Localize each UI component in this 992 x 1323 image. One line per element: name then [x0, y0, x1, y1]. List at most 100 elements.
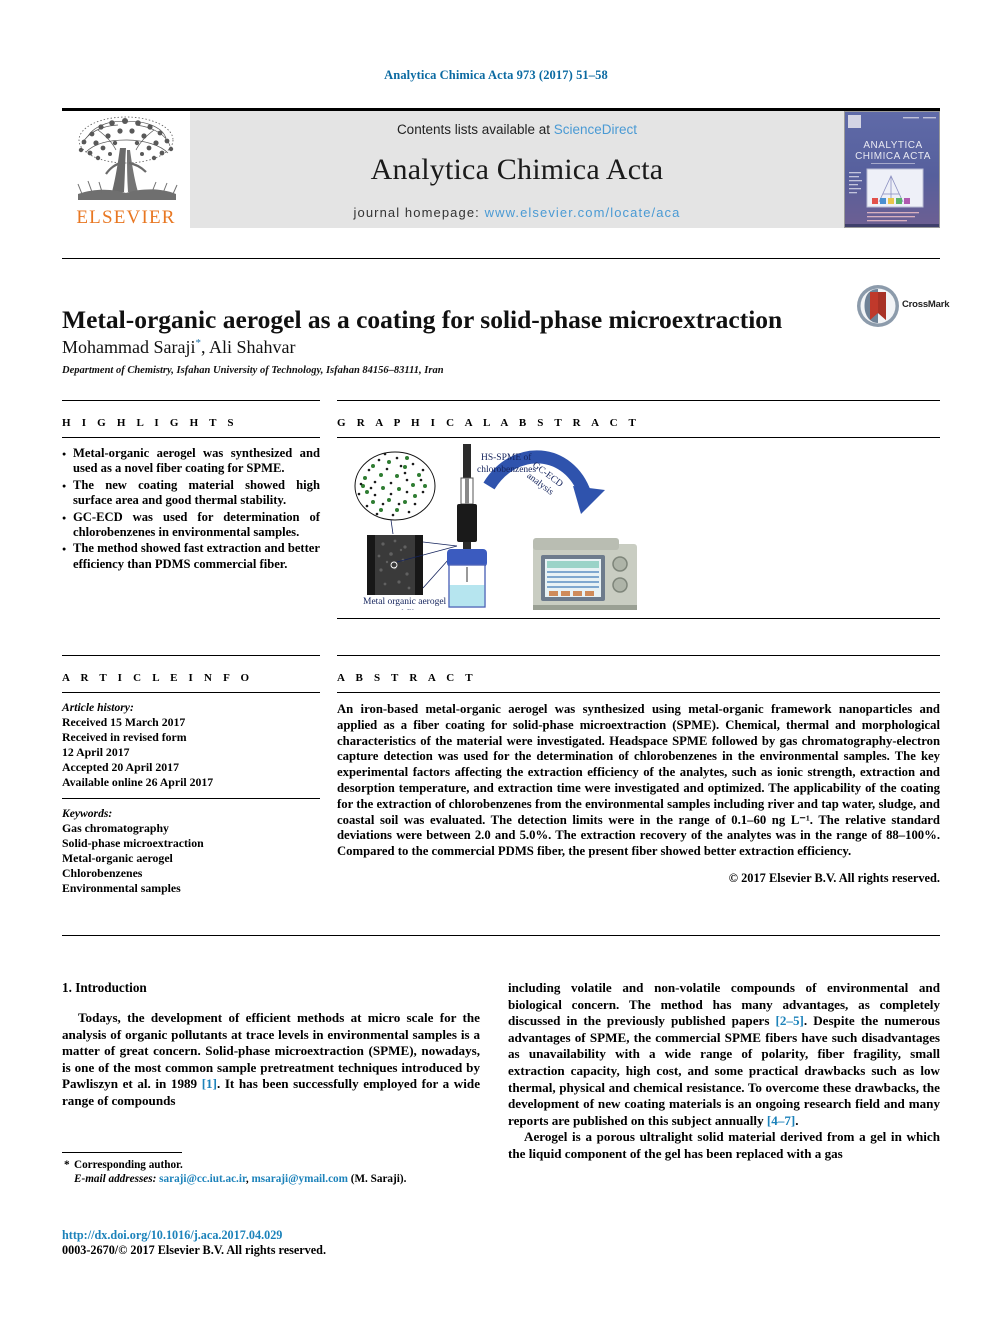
- label-hs-spme-line1: HS-SPME of: [481, 452, 532, 463]
- graphical-abstract-top-rule: [337, 400, 940, 401]
- paragraph-text: .: [795, 1112, 799, 1128]
- article-history-item: Received in revised form: [62, 730, 187, 744]
- abstract-text: An iron-based metal-organic aerogel was …: [337, 702, 940, 859]
- running-head: Analytica Chimica Acta 973 (2017) 51–58: [384, 68, 608, 82]
- cover-artwork: ANALYTICA CHIMICA ACTA: [845, 112, 939, 227]
- contents-prefix: Contents lists available at: [396, 122, 554, 137]
- graphical-abstract-heading: G R A P H I C A L A B S T R A C T: [337, 417, 641, 429]
- abstract-heading: A B S T R A C T: [337, 672, 477, 684]
- crossmark-icon: [857, 285, 899, 327]
- paragraph-text: . Despite the numerous advantages of SPM…: [508, 1013, 940, 1128]
- keyword-item: Chlorobenzenes: [62, 866, 143, 880]
- citation-link[interactable]: [2–5]: [775, 1013, 803, 1028]
- footnote-block: * Corresponding author. E-mail addresses:…: [62, 1152, 480, 1186]
- author-primary: Mohammad Saraji: [62, 337, 196, 357]
- issn-copyright-line: 0003-2670/© 2017 Elsevier B.V. All right…: [62, 1243, 327, 1257]
- aerogel-pore-inset: [354, 451, 436, 521]
- page-title: Metal-organic aerogel as a coating for s…: [62, 305, 783, 335]
- keyword-item: Solid-phase microextraction: [62, 836, 204, 850]
- article-info-divider: [62, 692, 320, 693]
- keyword-item: Environmental samples: [62, 881, 181, 895]
- paragraph: including volatile and non-volatile comp…: [508, 980, 940, 1129]
- highlights-top-rule: [62, 400, 320, 401]
- article-history-item: 12 April 2017: [62, 745, 130, 759]
- email-addresses-note: E-mail addresses: saraji@cc.iut.ac.ir, m…: [62, 1172, 480, 1186]
- paragraph: Aerogel is a porous ultralight solid mat…: [508, 1129, 940, 1161]
- abstract-section: A B S T R A C T An iron-based metal-orga…: [337, 655, 940, 886]
- article-info-section: A R T I C L E I N F O Article history: R…: [62, 655, 320, 896]
- email-suffix: (M. Saraji).: [347, 1173, 407, 1185]
- abstract-copyright: © 2017 Elsevier B.V. All rights reserved…: [728, 870, 940, 885]
- list-item: The new coating material showed high sur…: [62, 478, 320, 509]
- gc-ecd-instrument: [533, 538, 637, 610]
- homepage-prefix: journal homepage:: [353, 205, 485, 220]
- label-hs-spme-line2: chlorobenzenes: [477, 465, 536, 475]
- spme-device: [457, 444, 477, 556]
- elsevier-tree-icon: [77, 116, 178, 200]
- svg-text:CHIMICA ACTA: CHIMICA ACTA: [855, 151, 931, 162]
- fiber-sem-image: [367, 535, 423, 595]
- doi-block: http://dx.doi.org/10.1016/j.aca.2017.04.…: [62, 1228, 482, 1258]
- highlights-section: H I G H L I G H T S Metal-organic aeroge…: [62, 400, 320, 573]
- elsevier-logo: ELSEVIER: [62, 111, 190, 228]
- title-divider: [62, 258, 940, 259]
- corresponding-author-text: Corresponding author.: [74, 1159, 183, 1171]
- doi-link[interactable]: http://dx.doi.org/10.1016/j.aca.2017.04.…: [62, 1228, 482, 1243]
- crossmark-label: CrossMark: [902, 299, 950, 310]
- journal-masthead: ELSEVIER Contents lists available at Sci…: [62, 108, 940, 231]
- article-info-top-rule: [62, 655, 320, 656]
- email-label: E-mail addresses:: [74, 1173, 157, 1185]
- footnote-star-icon: *: [64, 1159, 70, 1171]
- paragraph: Todays, the development of efficient met…: [62, 1010, 480, 1110]
- email-link-primary[interactable]: saraji@cc.iut.ac.ir: [159, 1173, 246, 1185]
- list-item: GC-ECD was used for determination of chl…: [62, 510, 320, 541]
- graphical-abstract-bottom-rule: [337, 618, 940, 619]
- body-column-right: including volatile and non-volatile comp…: [508, 980, 940, 1163]
- article-info-heading: A R T I C L E I N F O: [62, 672, 254, 684]
- article-history-item: Available online 26 April 2017: [62, 775, 214, 789]
- journal-title: Analytica Chimica Acta: [370, 153, 664, 186]
- footnote-rule: [62, 1152, 182, 1153]
- keyword-item: Metal-organic aerogel: [62, 851, 173, 865]
- body-top-rule: [62, 935, 940, 936]
- article-history-item: Accepted 20 April 2017: [62, 760, 179, 774]
- label-fiber-line1: Metal organic aerogel: [363, 597, 447, 607]
- elsevier-wordmark: ELSEVIER: [76, 207, 176, 228]
- body-column-left: 1. Introduction Todays, the development …: [62, 980, 480, 1110]
- highlights-divider: [62, 437, 320, 438]
- homepage-url-link[interactable]: www.elsevier.com/locate/aca: [485, 205, 681, 220]
- graphical-abstract-divider: [337, 437, 940, 438]
- keyword-item: Gas chromatography: [62, 821, 169, 835]
- label-fiber-line2: coated fiber: [379, 608, 425, 610]
- journal-homepage-line: journal homepage: www.elsevier.com/locat…: [190, 205, 844, 220]
- contents-available-line: Contents lists available at ScienceDirec…: [190, 122, 844, 137]
- author-secondary: , Ali Shahvar: [200, 337, 296, 357]
- keywords-label: Keywords:: [62, 807, 113, 820]
- crossmark-badge[interactable]: CrossMark: [856, 284, 950, 330]
- affiliation: Department of Chemistry, Isfahan Univers…: [62, 365, 444, 376]
- abstract-top-rule: [337, 655, 940, 656]
- citation-link[interactable]: [4–7]: [767, 1113, 795, 1128]
- graphical-abstract-figure: HS-SPME of chlorobenzenes GC-ECD analysi…: [337, 442, 940, 619]
- highlights-heading: H I G H L I G H T S: [62, 417, 238, 429]
- introduction-heading: 1. Introduction: [62, 980, 147, 995]
- graphical-abstract-section: G R A P H I C A L A B S T R A C T HS-SPM…: [337, 400, 940, 619]
- keywords-divider: [62, 798, 320, 799]
- abstract-divider: [337, 692, 940, 693]
- highlights-list: Metal-organic aerogel was synthesized an…: [62, 446, 320, 572]
- graphical-abstract-artwork: HS-SPME of chlorobenzenes GC-ECD analysi…: [354, 444, 637, 619]
- sample-vial: [447, 549, 487, 608]
- author-list: Mohammad Saraji*, Ali Shahvar: [62, 337, 822, 358]
- journal-cover-thumbnail[interactable]: ANALYTICA CHIMICA ACTA: [844, 111, 940, 228]
- sciencedirect-link[interactable]: ScienceDirect: [554, 122, 637, 137]
- list-item: Metal-organic aerogel was synthesized an…: [62, 446, 320, 477]
- article-history-item: Received 15 March 2017: [62, 715, 186, 729]
- svg-text:ANALYTICA: ANALYTICA: [863, 140, 922, 151]
- corresponding-author-note: * Corresponding author.: [62, 1158, 480, 1172]
- citation-link[interactable]: [1]: [202, 1076, 217, 1091]
- email-link-secondary[interactable]: msaraji@ymail.com: [251, 1173, 347, 1185]
- journal-article-page: Analytica Chimica Acta 973 (2017) 51–58: [0, 0, 992, 1323]
- masthead-center: Contents lists available at ScienceDirec…: [190, 111, 844, 228]
- list-item: The method showed fast extraction and be…: [62, 541, 320, 572]
- article-history-label: Article history:: [62, 701, 134, 714]
